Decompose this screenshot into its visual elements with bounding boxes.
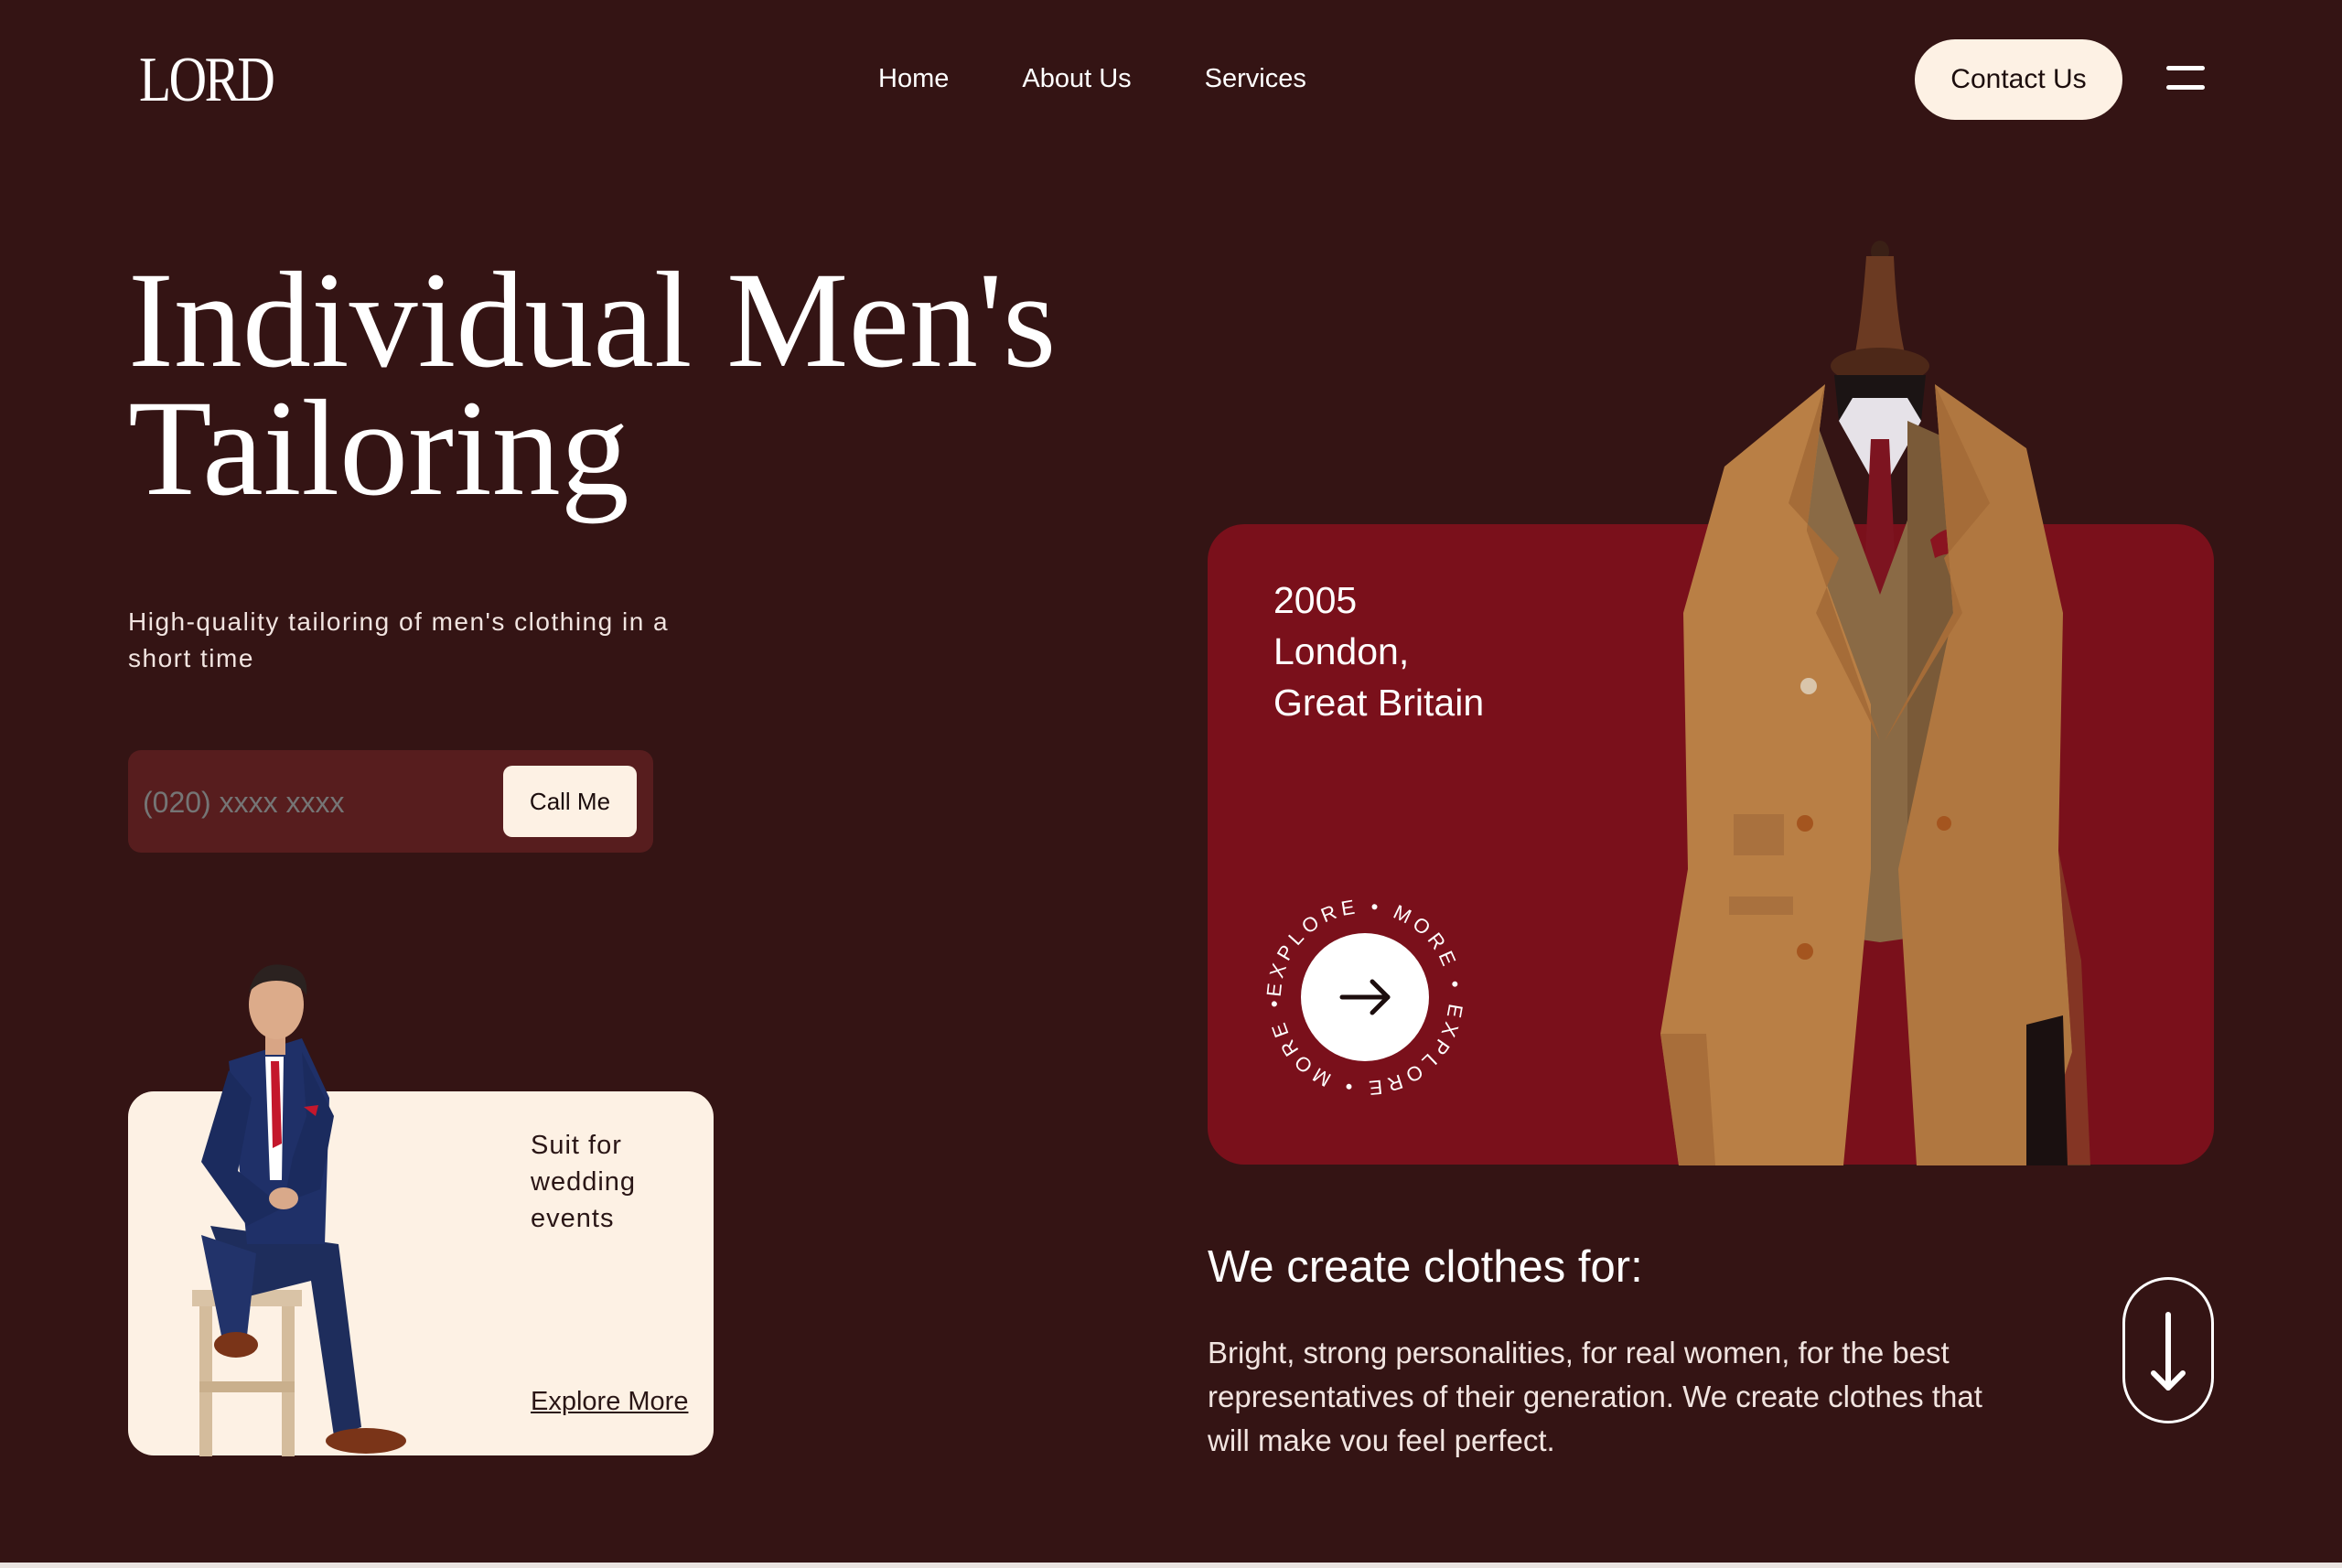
city: London, [1273,630,1410,672]
suited-man-image [192,964,406,1456]
explore-more-link[interactable]: Explore More [531,1387,688,1417]
hero-title-line-2: Tailoring [128,372,629,524]
bottom-divider [0,1563,2342,1568]
explore-more-badge[interactable]: EXPLORE • MORE • EXPLORE • MORE • [1264,897,1466,1098]
scroll-down-button[interactable] [2122,1277,2214,1423]
logo[interactable]: LORD [139,44,275,117]
country: Great Britain [1273,682,1485,724]
clothes-description: Bright, strong personalities, for real w… [1208,1336,1982,1457]
suit-card-line-1: Suit for [531,1131,622,1160]
hero-title: Individual Men's Tailoring [128,252,1056,517]
location-info: 2005 London, Great Britain [1273,575,1484,728]
call-me-button[interactable]: Call Me [503,766,637,837]
suit-card-text: Suit for wedding events [531,1127,636,1237]
suit-card-line-2: wedding [531,1167,637,1197]
main-nav: Home About Us Services [878,60,1306,97]
contact-us-button[interactable]: Contact Us [1915,39,2122,120]
clothes-heading: We create clothes for: [1208,1242,1643,1292]
menu-icon[interactable] [2166,66,2205,93]
hero-subtitle: High-quality tailoring of men's clothing… [128,607,670,672]
founding-year: 2005 [1273,579,1358,621]
phone-input[interactable] [143,778,490,827]
nav-home[interactable]: Home [878,60,949,97]
phone-form: Call Me [128,750,653,853]
arrow-down-icon [2151,1312,2186,1391]
coat-mannequin-image [1660,241,2090,1165]
nav-services[interactable]: Services [1205,60,1306,97]
nav-about-us[interactable]: About Us [1022,60,1131,97]
suit-card-line-3: events [531,1204,615,1233]
